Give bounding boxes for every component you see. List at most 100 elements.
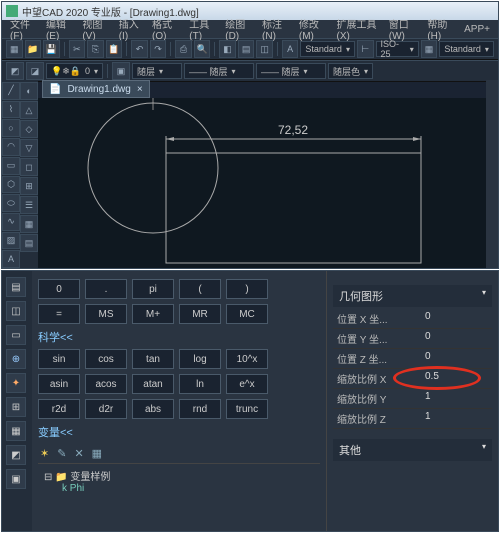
property-row[interactable]: 缩放比例 X0.5 (333, 369, 492, 389)
modify-button[interactable]: ▦ (20, 215, 38, 233)
redo-button[interactable]: ↷ (150, 40, 167, 58)
scrollbar[interactable] (486, 80, 498, 268)
menu-item[interactable]: 绘图(D) (221, 15, 256, 43)
print-button[interactable]: ⎙ (175, 40, 192, 58)
property-value[interactable]: 0 (425, 331, 431, 346)
calc-key[interactable]: pi (132, 279, 174, 299)
palette-icon[interactable]: ▤ (6, 277, 26, 297)
property-value[interactable]: 0.5 (425, 371, 439, 386)
calc-key[interactable]: MC (226, 304, 268, 324)
lineweight-select[interactable]: —— 随层 (256, 63, 326, 79)
dim-tool-button[interactable]: ⊢ (357, 40, 374, 58)
science-section-toggle[interactable]: 科学<< (38, 329, 320, 345)
drawing-tab[interactable]: 📄 Drawing1.dwg × (42, 80, 150, 98)
menu-item[interactable]: 视图(V) (78, 15, 112, 43)
menu-item[interactable]: 扩展工具(X) (333, 15, 383, 43)
menu-item[interactable]: 格式(O) (148, 15, 183, 43)
calc-key[interactable]: MS (85, 304, 127, 324)
line-tool-button[interactable]: ╱ (2, 82, 20, 100)
property-row[interactable]: 位置 Z 坐...0 (333, 349, 492, 369)
property-value[interactable]: 1 (425, 411, 431, 426)
calc-key[interactable]: acos (85, 374, 127, 394)
modify-button[interactable]: ▽ (20, 139, 38, 157)
dim-style-select[interactable]: ISO-25 (376, 41, 419, 57)
calc-key[interactable]: tan (132, 349, 174, 369)
variable-section-toggle[interactable]: 变量<< (38, 424, 320, 440)
menu-item[interactable]: 文件(F) (6, 15, 40, 43)
calc-key[interactable]: ( (179, 279, 221, 299)
tab-close-button[interactable]: × (137, 84, 143, 95)
pline-tool-button[interactable]: ⌇ (2, 101, 20, 119)
property-value[interactable]: 0 (425, 351, 431, 366)
calc-key[interactable]: rnd (179, 399, 221, 419)
new-file-button[interactable]: ▦ (6, 40, 23, 58)
calc-key[interactable]: MR (179, 304, 221, 324)
rect-tool-button[interactable]: ▭ (2, 157, 20, 175)
ellipse-tool-button[interactable]: ⬭ (2, 194, 20, 212)
color-button[interactable]: ▣ (112, 62, 130, 80)
property-row[interactable]: 缩放比例 Y1 (333, 389, 492, 409)
property-row[interactable]: 位置 X 坐...0 (333, 309, 492, 329)
text-tool-button[interactable]: A (2, 250, 20, 268)
menu-item[interactable]: 帮助(H) (423, 15, 458, 43)
palette-icon[interactable]: ▣ (6, 469, 26, 489)
calc-key[interactable]: log (179, 349, 221, 369)
calc-key[interactable]: M+ (132, 304, 174, 324)
plot-color-select[interactable]: 随层色 (328, 63, 373, 79)
calc-key[interactable]: asin (38, 374, 80, 394)
layer-button[interactable]: ◩ (6, 62, 24, 80)
calc-key[interactable]: d2r (85, 399, 127, 419)
linetype-select[interactable]: —— 随层 (184, 63, 254, 79)
property-row[interactable]: 缩放比例 Z1 (333, 409, 492, 429)
palette-icon[interactable]: ◫ (6, 301, 26, 321)
open-file-button[interactable]: 📁 (25, 40, 42, 58)
calc-key[interactable]: abs (132, 399, 174, 419)
palette-icon[interactable]: ◩ (6, 445, 26, 465)
calc-key[interactable]: e^x (226, 374, 268, 394)
layer-select[interactable]: 💡❄🔒 0 (46, 63, 103, 79)
tool-button[interactable]: ◫ (256, 40, 273, 58)
property-value[interactable]: 0 (425, 311, 431, 326)
menu-item[interactable]: 工具(T) (185, 15, 219, 43)
var-tool-icon[interactable]: ▦ (92, 447, 102, 460)
tool-button[interactable]: ▤ (238, 40, 255, 58)
prop-group-other[interactable]: 其他 (333, 439, 492, 461)
palette-icon[interactable]: ▦ (6, 421, 26, 441)
table-style-select[interactable]: Standard (439, 41, 494, 57)
modify-button[interactable]: ◻ (20, 158, 38, 176)
calc-key[interactable]: ) (226, 279, 268, 299)
calc-key[interactable]: trunc (226, 399, 268, 419)
spline-tool-button[interactable]: ∿ (2, 213, 20, 231)
palette-icon[interactable]: ⊞ (6, 397, 26, 417)
modify-button[interactable]: △ (20, 101, 38, 119)
var-tool-icon[interactable]: ✎ (57, 447, 66, 460)
circle-tool-button[interactable]: ○ (2, 119, 20, 137)
table-tool-button[interactable]: ▦ (421, 40, 438, 58)
undo-button[interactable]: ↶ (131, 40, 148, 58)
prop-group-geometry[interactable]: 几何图形 (333, 285, 492, 307)
color-select[interactable]: 随层 (132, 63, 182, 79)
modify-button[interactable]: ◇ (20, 120, 38, 138)
calc-key[interactable]: sin (38, 349, 80, 369)
var-tool-icon[interactable]: ✕ (74, 447, 83, 460)
tool-button[interactable]: ◧ (219, 40, 236, 58)
property-value[interactable]: 1 (425, 391, 431, 406)
menu-item[interactable]: APP+ (460, 23, 494, 36)
calc-key[interactable]: atan (132, 374, 174, 394)
modify-button[interactable]: ▤ (20, 234, 38, 252)
calc-key[interactable]: = (38, 304, 80, 324)
layer-state-button[interactable]: ◪ (26, 62, 44, 80)
tree-folder[interactable]: ⊟ 📁 变量样例 (44, 468, 320, 483)
var-tool-icon[interactable]: ✶ (40, 447, 49, 460)
tool-button[interactable]: A (282, 40, 299, 58)
copy-button[interactable]: ⎘ (87, 40, 104, 58)
palette-icon[interactable]: ⊕ (6, 349, 26, 369)
menu-item[interactable]: 插入(I) (115, 15, 146, 43)
cut-button[interactable]: ✂ (69, 40, 86, 58)
calc-key[interactable]: r2d (38, 399, 80, 419)
arc-tool-button[interactable]: ◠ (2, 138, 20, 156)
palette-icon[interactable]: ✦ (6, 373, 26, 393)
modify-button[interactable]: ☰ (20, 196, 38, 214)
modify-button[interactable]: ◐ (20, 82, 38, 100)
menu-item[interactable]: 标注(N) (258, 15, 293, 43)
